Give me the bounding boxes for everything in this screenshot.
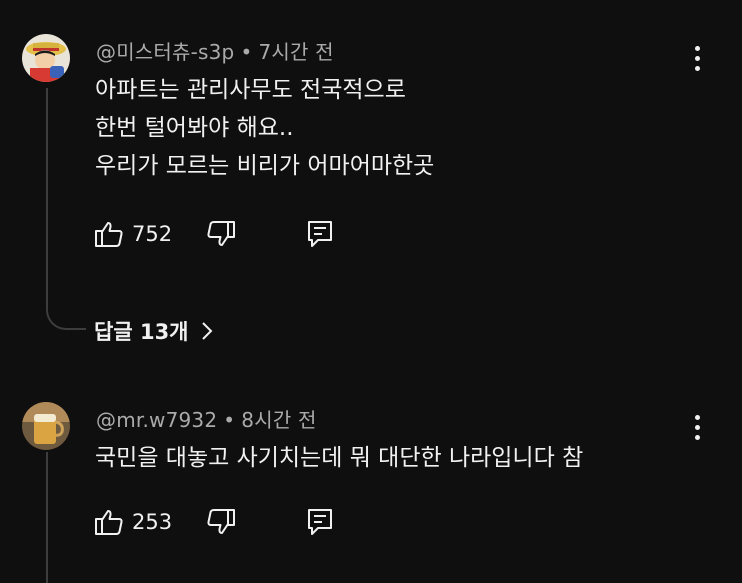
- comment-line: 아파트는 관리사무도 전국적으로: [95, 77, 406, 103]
- thumbs-up-icon: [95, 510, 123, 535]
- comment-time[interactable]: 8시간 전: [241, 408, 316, 432]
- like-count: 253: [132, 510, 173, 534]
- more-dot: [694, 434, 700, 440]
- view-replies-button[interactable]: 답글 13개: [94, 313, 213, 349]
- comment-text: 국민을 대놓고 사기치는데 뭐 대단한 나라입니다 참: [95, 439, 583, 477]
- avatar[interactable]: [22, 402, 70, 450]
- reply-comment-icon: [308, 509, 332, 535]
- thumbs-down-icon: [207, 509, 235, 534]
- comment-text: 아파트는 관리사무도 전국적으로 한번 털어봐야 해요.. 우리가 모르는 비리…: [95, 71, 434, 185]
- dislike-button[interactable]: [206, 219, 236, 249]
- comment-line: 국민을 대놓고 사기치는데 뭐 대단한 나라입니다 참: [95, 445, 584, 471]
- author-name[interactable]: @미스터츄-s3p: [96, 40, 234, 64]
- reply-button[interactable]: [306, 219, 334, 249]
- reply-comment-icon: [308, 221, 332, 247]
- comment-line: 우리가 모르는 비리가 어마어마한곳: [95, 153, 435, 179]
- reply-thread-line-2: [46, 452, 48, 583]
- reply-button[interactable]: [306, 507, 334, 537]
- more-options-button[interactable]: [684, 41, 710, 75]
- beer-glass-avatar-icon: [22, 402, 70, 450]
- more-dot: [694, 65, 700, 71]
- luffy-avatar-icon: [22, 34, 70, 82]
- more-dot: [694, 424, 700, 430]
- thumbs-down-icon: [207, 221, 235, 246]
- avatar[interactable]: [22, 34, 70, 82]
- comment-time[interactable]: 7시간 전: [258, 40, 333, 64]
- comment-header: @mr.w7932 • 8시간 전: [96, 404, 317, 433]
- reply-thread-line: [46, 88, 86, 330]
- more-options-button[interactable]: [684, 410, 710, 444]
- header-separator: •: [240, 40, 253, 64]
- dislike-button[interactable]: [206, 507, 236, 537]
- like-button[interactable]: 752: [94, 219, 172, 249]
- thumbs-up-icon: [95, 222, 123, 247]
- like-count: 752: [132, 222, 173, 246]
- more-dot: [694, 414, 700, 420]
- more-dot: [694, 45, 700, 51]
- header-separator: •: [223, 408, 236, 432]
- comment-header: @미스터츄-s3p • 7시간 전: [96, 36, 334, 65]
- like-button[interactable]: 253: [94, 507, 172, 537]
- more-dot: [694, 55, 700, 61]
- comment-line: 한번 털어봐야 해요..: [95, 115, 294, 141]
- author-name[interactable]: @mr.w7932: [96, 408, 217, 432]
- chevron-right-icon: [201, 322, 212, 340]
- replies-label: 답글 13개: [94, 320, 189, 344]
